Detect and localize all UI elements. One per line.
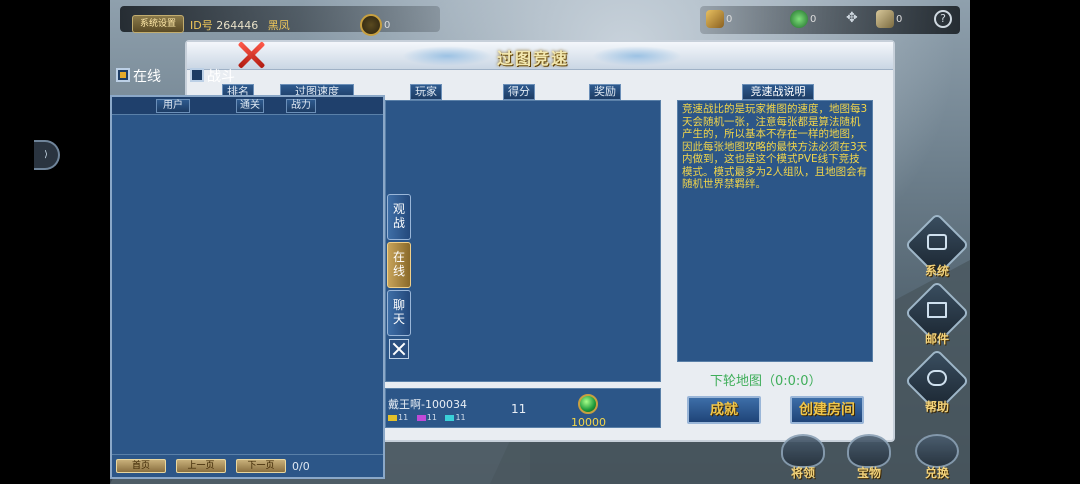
- panel-title: 过图竞速: [497, 49, 570, 68]
- first-page-button[interactable]: 首页: [116, 459, 166, 473]
- stat-yellow: 11: [388, 413, 408, 422]
- stat-cyan-value: 11: [455, 413, 466, 422]
- scroll-icon: [876, 10, 894, 28]
- close-icon[interactable]: [236, 40, 266, 70]
- mail-icon: [927, 302, 947, 318]
- resource-gold: 0: [706, 10, 732, 28]
- stat-purple: 11: [416, 413, 437, 422]
- page-count: 0/0: [292, 460, 310, 473]
- menu-mail[interactable]: 邮件: [904, 280, 970, 350]
- menu-exchange-label: 兑换: [924, 466, 949, 480]
- player-nick: 黑凤: [267, 19, 290, 32]
- treasure-chest-icon: [847, 434, 891, 468]
- id-value: 264446: [216, 19, 259, 32]
- help-icon[interactable]: ?: [934, 10, 952, 28]
- ranking-list[interactable]: [385, 100, 661, 382]
- menu-system[interactable]: 系统: [904, 212, 970, 282]
- yinyang-icon: [915, 434, 959, 468]
- wing-left-ornament: [402, 46, 492, 66]
- online-user-panel: 用户 通关 战力 首页 上一页 下一页 0/0: [110, 95, 385, 479]
- menu-help[interactable]: 帮助: [904, 348, 970, 418]
- col-player: 玩家: [410, 84, 442, 100]
- jade-reward-icon: [578, 394, 598, 414]
- tab-left-online[interactable]: 在线: [116, 66, 161, 88]
- prev-page-button[interactable]: 上一页: [176, 459, 226, 473]
- my-name: 戴王啊-100034: [388, 398, 467, 411]
- col-score: 得分: [503, 84, 535, 100]
- id-label: ID号: [190, 19, 213, 32]
- close-list-icon[interactable]: [389, 339, 409, 359]
- player-id: ID号 264446 黑凤: [190, 17, 290, 33]
- stat-yellow-value: 11: [398, 413, 409, 422]
- jade-icon: [790, 10, 808, 28]
- create-room-button[interactable]: 创建房间: [790, 396, 864, 424]
- player-info-bar: 系统设置 ID号 264446 黑凤 0: [120, 6, 440, 36]
- my-rank-row: 戴王啊-100034 11 11 11 11 10000: [385, 388, 661, 429]
- gem-value: 0: [810, 14, 817, 25]
- next-page-button[interactable]: 下一页: [236, 459, 286, 473]
- checkbox-online[interactable]: [116, 68, 130, 82]
- top-status-bar: 系统设置 ID号 264446 黑凤 0 0 0 ✥ 0 ?: [110, 0, 970, 40]
- resource-scroll: 0: [876, 10, 902, 28]
- menu-help-label: 帮助: [924, 400, 949, 414]
- menu-exchange[interactable]: 兑换: [908, 434, 966, 484]
- menu-generals-label: 将领: [790, 466, 815, 480]
- tab-left-online-label: 在线: [133, 69, 161, 85]
- resource-gem: 0: [790, 10, 816, 28]
- gold-bar-icon: [706, 10, 724, 28]
- my-reward: 10000: [571, 416, 606, 429]
- col-reward: 奖励: [589, 84, 621, 100]
- tab-chat[interactable]: 聊天: [387, 290, 411, 336]
- gold-value: 0: [726, 14, 733, 25]
- cyan-tank-icon: [445, 414, 455, 421]
- monitor-icon: [927, 234, 947, 250]
- my-score: 11: [511, 402, 527, 416]
- menu-generals[interactable]: 将领: [774, 434, 832, 484]
- col-user: 用户: [156, 99, 190, 113]
- menu-system-label: 系统: [924, 264, 949, 278]
- general-icon: [781, 434, 825, 468]
- coin-value: 0: [384, 20, 391, 31]
- book-icon: [927, 370, 947, 386]
- menu-treasure[interactable]: 宝物: [840, 434, 898, 484]
- stat-cyan: 11: [445, 413, 466, 422]
- checkbox-battle[interactable]: [190, 68, 204, 82]
- coin-icon: [360, 14, 382, 36]
- side-handle-icon[interactable]: ⟩: [34, 140, 60, 170]
- col-clear: 通关: [236, 99, 264, 113]
- menu-treasure-label: 宝物: [856, 466, 881, 480]
- tab-online[interactable]: 在线: [387, 242, 411, 288]
- resource-bar: 0 0 ✥ 0 ?: [700, 6, 960, 34]
- settings-button[interactable]: 系统设置: [132, 15, 184, 33]
- tab-left-battle[interactable]: 战斗: [190, 66, 235, 88]
- tab-spectate[interactable]: 观战: [387, 194, 411, 240]
- user-table-header: 用户 通关 战力: [112, 97, 383, 115]
- col-power: 战力: [286, 99, 316, 113]
- menu-mail-label: 邮件: [924, 332, 949, 346]
- desc-text: 竞速战比的是玩家推图的速度，地图每3天会随机一张，注意每张都是算法随机产生的，所…: [677, 100, 873, 362]
- desc-title: 竞速战说明: [742, 84, 814, 100]
- tab-left-battle-label: 战斗: [207, 69, 235, 85]
- yellow-tank-icon: [388, 414, 397, 421]
- achievement-button[interactable]: 成就: [687, 396, 761, 424]
- stat-purple-value: 11: [426, 413, 437, 422]
- next-map-timer: 下轮地图（0:0:0）: [710, 374, 822, 389]
- compass-icon[interactable]: ✥: [846, 10, 858, 26]
- user-list[interactable]: [112, 115, 383, 455]
- wing-right-ornament: [592, 46, 682, 66]
- my-stats: 11 11 11: [388, 413, 472, 422]
- scroll-value: 0: [896, 14, 903, 25]
- purple-tank-icon: [416, 414, 426, 421]
- panel-header: 过图竞速: [187, 42, 893, 70]
